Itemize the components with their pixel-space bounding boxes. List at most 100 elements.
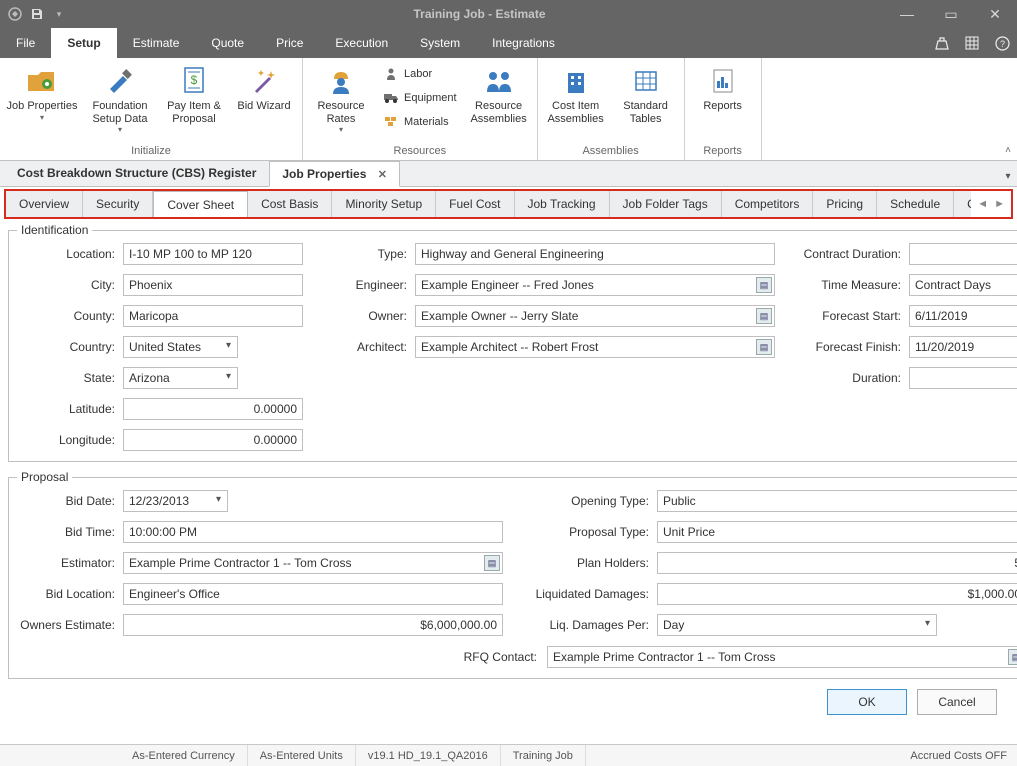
- menu-file[interactable]: File: [0, 28, 51, 58]
- menu-quote[interactable]: Quote: [195, 28, 260, 58]
- lookup-icon[interactable]: ▤: [756, 277, 772, 293]
- ribbon-group-label: Resources: [309, 143, 531, 160]
- bid-location-input[interactable]: Engineer's Office: [123, 583, 503, 605]
- cost-item-assemblies-button[interactable]: Cost Item Assemblies: [544, 61, 608, 125]
- materials-label: Materials: [404, 116, 449, 128]
- status-units[interactable]: As-Entered Units: [248, 745, 356, 766]
- jobtab-cash-flow[interactable]: Cash Flow: [954, 191, 971, 217]
- liq-damages-per-select[interactable]: Day: [657, 614, 937, 636]
- doctab-job-properties[interactable]: Job Properties ✕: [269, 161, 400, 187]
- foundation-setup-label: Foundation Setup Data: [92, 100, 147, 125]
- job-properties-button[interactable]: Job Properties ▾: [6, 61, 78, 122]
- save-icon[interactable]: [28, 5, 46, 23]
- forecast-start-input[interactable]: 6/11/2019: [909, 305, 1017, 327]
- proposal-type-input[interactable]: Unit Price: [657, 521, 1017, 543]
- contract-duration-label: Contract Duration:: [791, 247, 901, 261]
- ribbon-group-initialize: Job Properties ▾ Foundation Setup Data ▾…: [0, 58, 303, 160]
- close-icon[interactable]: ✕: [378, 169, 387, 181]
- menu-setup[interactable]: Setup: [51, 28, 116, 58]
- ribbon-group-assemblies: Cost Item Assemblies Standard Tables Ass…: [538, 58, 685, 160]
- menu-system[interactable]: System: [404, 28, 476, 58]
- architect-input[interactable]: Example Architect -- Robert Frost▤: [415, 336, 775, 358]
- estimator-input[interactable]: Example Prime Contractor 1 -- Tom Cross ▤: [123, 552, 503, 574]
- duration-input[interactable]: 162: [909, 367, 1017, 389]
- type-input[interactable]: Highway and General Engineering: [415, 243, 775, 265]
- jobtab-pricing[interactable]: Pricing: [813, 191, 877, 217]
- ribbon-collapse-button[interactable]: ˄: [1005, 145, 1011, 156]
- menu-integrations[interactable]: Integrations: [476, 28, 571, 58]
- bid-date-input[interactable]: 12/23/2013: [123, 490, 228, 512]
- jobtab-job-folder-tags[interactable]: Job Folder Tags: [610, 191, 722, 217]
- type-label: Type:: [319, 247, 407, 261]
- resource-rates-label: Resource Rates: [317, 100, 364, 125]
- help-icon[interactable]: ?: [987, 28, 1017, 58]
- resource-assemblies-button[interactable]: Resource Assemblies: [467, 61, 531, 125]
- resource-rates-button[interactable]: Resource Rates ▾: [309, 61, 373, 134]
- proposal-type-label: Proposal Type:: [519, 525, 649, 539]
- pay-item-proposal-button[interactable]: $ Pay Item & Proposal: [162, 61, 226, 125]
- bid-wizard-button[interactable]: Bid Wizard: [232, 61, 296, 113]
- jobtab-schedule[interactable]: Schedule: [877, 191, 954, 217]
- estimator-value: Example Prime Contractor 1 -- Tom Cross: [129, 556, 352, 570]
- close-button[interactable]: ✕: [973, 0, 1017, 28]
- lookup-icon[interactable]: ▤: [756, 339, 772, 355]
- rfq-contact-input[interactable]: Example Prime Contractor 1 -- Tom Cross▤: [547, 646, 1017, 668]
- tab-scroll-right-icon[interactable]: ►: [994, 198, 1005, 210]
- jobtab-cover-sheet[interactable]: Cover Sheet: [153, 191, 248, 217]
- liq-damages-input[interactable]: $1,000.00: [657, 583, 1017, 605]
- jobtab-minority-setup[interactable]: Minority Setup: [332, 191, 436, 217]
- jobtab-security[interactable]: Security: [83, 191, 153, 217]
- status-accrued[interactable]: Accrued Costs OFF: [900, 750, 1017, 762]
- doctab-dropdown-icon[interactable]: ▾: [999, 171, 1017, 186]
- ok-button[interactable]: OK: [827, 689, 907, 715]
- engineer-input[interactable]: Example Engineer -- Fred Jones▤: [415, 274, 775, 296]
- time-measure-select[interactable]: Contract Days: [909, 274, 1017, 296]
- materials-button[interactable]: Materials: [379, 111, 461, 133]
- opening-type-input[interactable]: Public: [657, 490, 1017, 512]
- maximize-button[interactable]: ▭: [929, 0, 973, 28]
- jobtab-overview[interactable]: Overview: [6, 191, 83, 217]
- bid-time-input[interactable]: 10:00:00 PM: [123, 521, 503, 543]
- lookup-icon[interactable]: ▤: [756, 308, 772, 324]
- country-select[interactable]: United States: [123, 336, 238, 358]
- owner-input[interactable]: Example Owner -- Jerry Slate▤: [415, 305, 775, 327]
- identification-group: Identification Location: I-10 MP 100 to …: [8, 223, 1017, 462]
- forecast-finish-input[interactable]: 11/20/2019: [909, 336, 1017, 358]
- contract-duration-input[interactable]: 160: [909, 243, 1017, 265]
- county-input[interactable]: Maricopa: [123, 305, 303, 327]
- jobtab-competitors[interactable]: Competitors: [722, 191, 814, 217]
- owners-estimate-input[interactable]: $6,000,000.00: [123, 614, 503, 636]
- foundation-setup-button[interactable]: Foundation Setup Data ▾: [84, 61, 156, 134]
- lookup-icon[interactable]: ▤: [1008, 649, 1017, 665]
- standard-tables-button[interactable]: Standard Tables: [614, 61, 678, 125]
- pay-item-proposal-label: Pay Item & Proposal: [167, 100, 221, 125]
- cost-item-assemblies-label: Cost Item Assemblies: [547, 100, 603, 125]
- tab-scroll-left-icon[interactable]: ◄: [977, 198, 988, 210]
- reports-button[interactable]: Reports: [691, 61, 755, 113]
- menu-execution[interactable]: Execution: [319, 28, 404, 58]
- longitude-input[interactable]: 0.00000: [123, 429, 303, 451]
- labor-button[interactable]: Labor: [379, 63, 461, 85]
- equipment-button[interactable]: Equipment: [379, 87, 461, 109]
- jobtab-job-tracking[interactable]: Job Tracking: [515, 191, 610, 217]
- latitude-input[interactable]: 0.00000: [123, 398, 303, 420]
- minimize-button[interactable]: —: [885, 0, 929, 28]
- organization-icon[interactable]: [927, 28, 957, 58]
- grid-view-icon[interactable]: [957, 28, 987, 58]
- status-job: Training Job: [501, 745, 586, 766]
- lookup-icon[interactable]: ▤: [484, 555, 500, 571]
- qat-dropdown-icon[interactable]: ▾: [50, 5, 68, 23]
- plan-holders-input[interactable]: 5: [657, 552, 1017, 574]
- state-select[interactable]: Arizona: [123, 367, 238, 389]
- city-input[interactable]: Phoenix: [123, 274, 303, 296]
- menu-estimate[interactable]: Estimate: [117, 28, 196, 58]
- menu-price[interactable]: Price: [260, 28, 319, 58]
- jobtab-cost-basis[interactable]: Cost Basis: [248, 191, 332, 217]
- jobtab-fuel-cost[interactable]: Fuel Cost: [436, 191, 514, 217]
- status-currency[interactable]: As-Entered Currency: [120, 745, 248, 766]
- doctab-cbs-register[interactable]: Cost Breakdown Structure (CBS) Register: [4, 160, 269, 186]
- cancel-button[interactable]: Cancel: [917, 689, 997, 715]
- location-input[interactable]: I-10 MP 100 to MP 120: [123, 243, 303, 265]
- opening-type-label: Opening Type:: [519, 494, 649, 508]
- doctab-label: Job Properties: [282, 167, 366, 181]
